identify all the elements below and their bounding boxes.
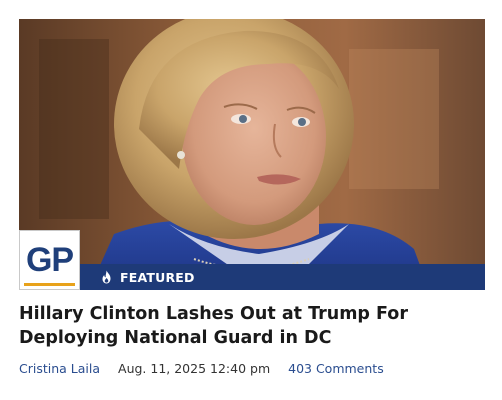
article-card: GP FEATURED Hillary Clinton Lashes Out a… bbox=[19, 19, 485, 391]
article-image[interactable]: GP FEATURED bbox=[19, 19, 485, 290]
article-meta: Cristina Laila Aug. 11, 2025 12:40 pm 40… bbox=[19, 361, 384, 376]
logo-accent-bar bbox=[24, 283, 75, 286]
comments-link[interactable]: 403 Comments bbox=[288, 361, 384, 376]
portrait-photo bbox=[19, 19, 485, 290]
featured-label: FEATURED bbox=[120, 269, 195, 285]
logo-text: GP bbox=[25, 240, 74, 279]
flame-icon bbox=[102, 270, 111, 284]
article-headline[interactable]: Hillary Clinton Lashes Out at Trump For … bbox=[19, 302, 485, 350]
featured-badge[interactable]: FEATURED bbox=[80, 264, 485, 290]
site-logo[interactable]: GP bbox=[19, 230, 80, 290]
author-link[interactable]: Cristina Laila bbox=[19, 361, 100, 376]
publish-date: Aug. 11, 2025 12:40 pm bbox=[118, 361, 271, 376]
